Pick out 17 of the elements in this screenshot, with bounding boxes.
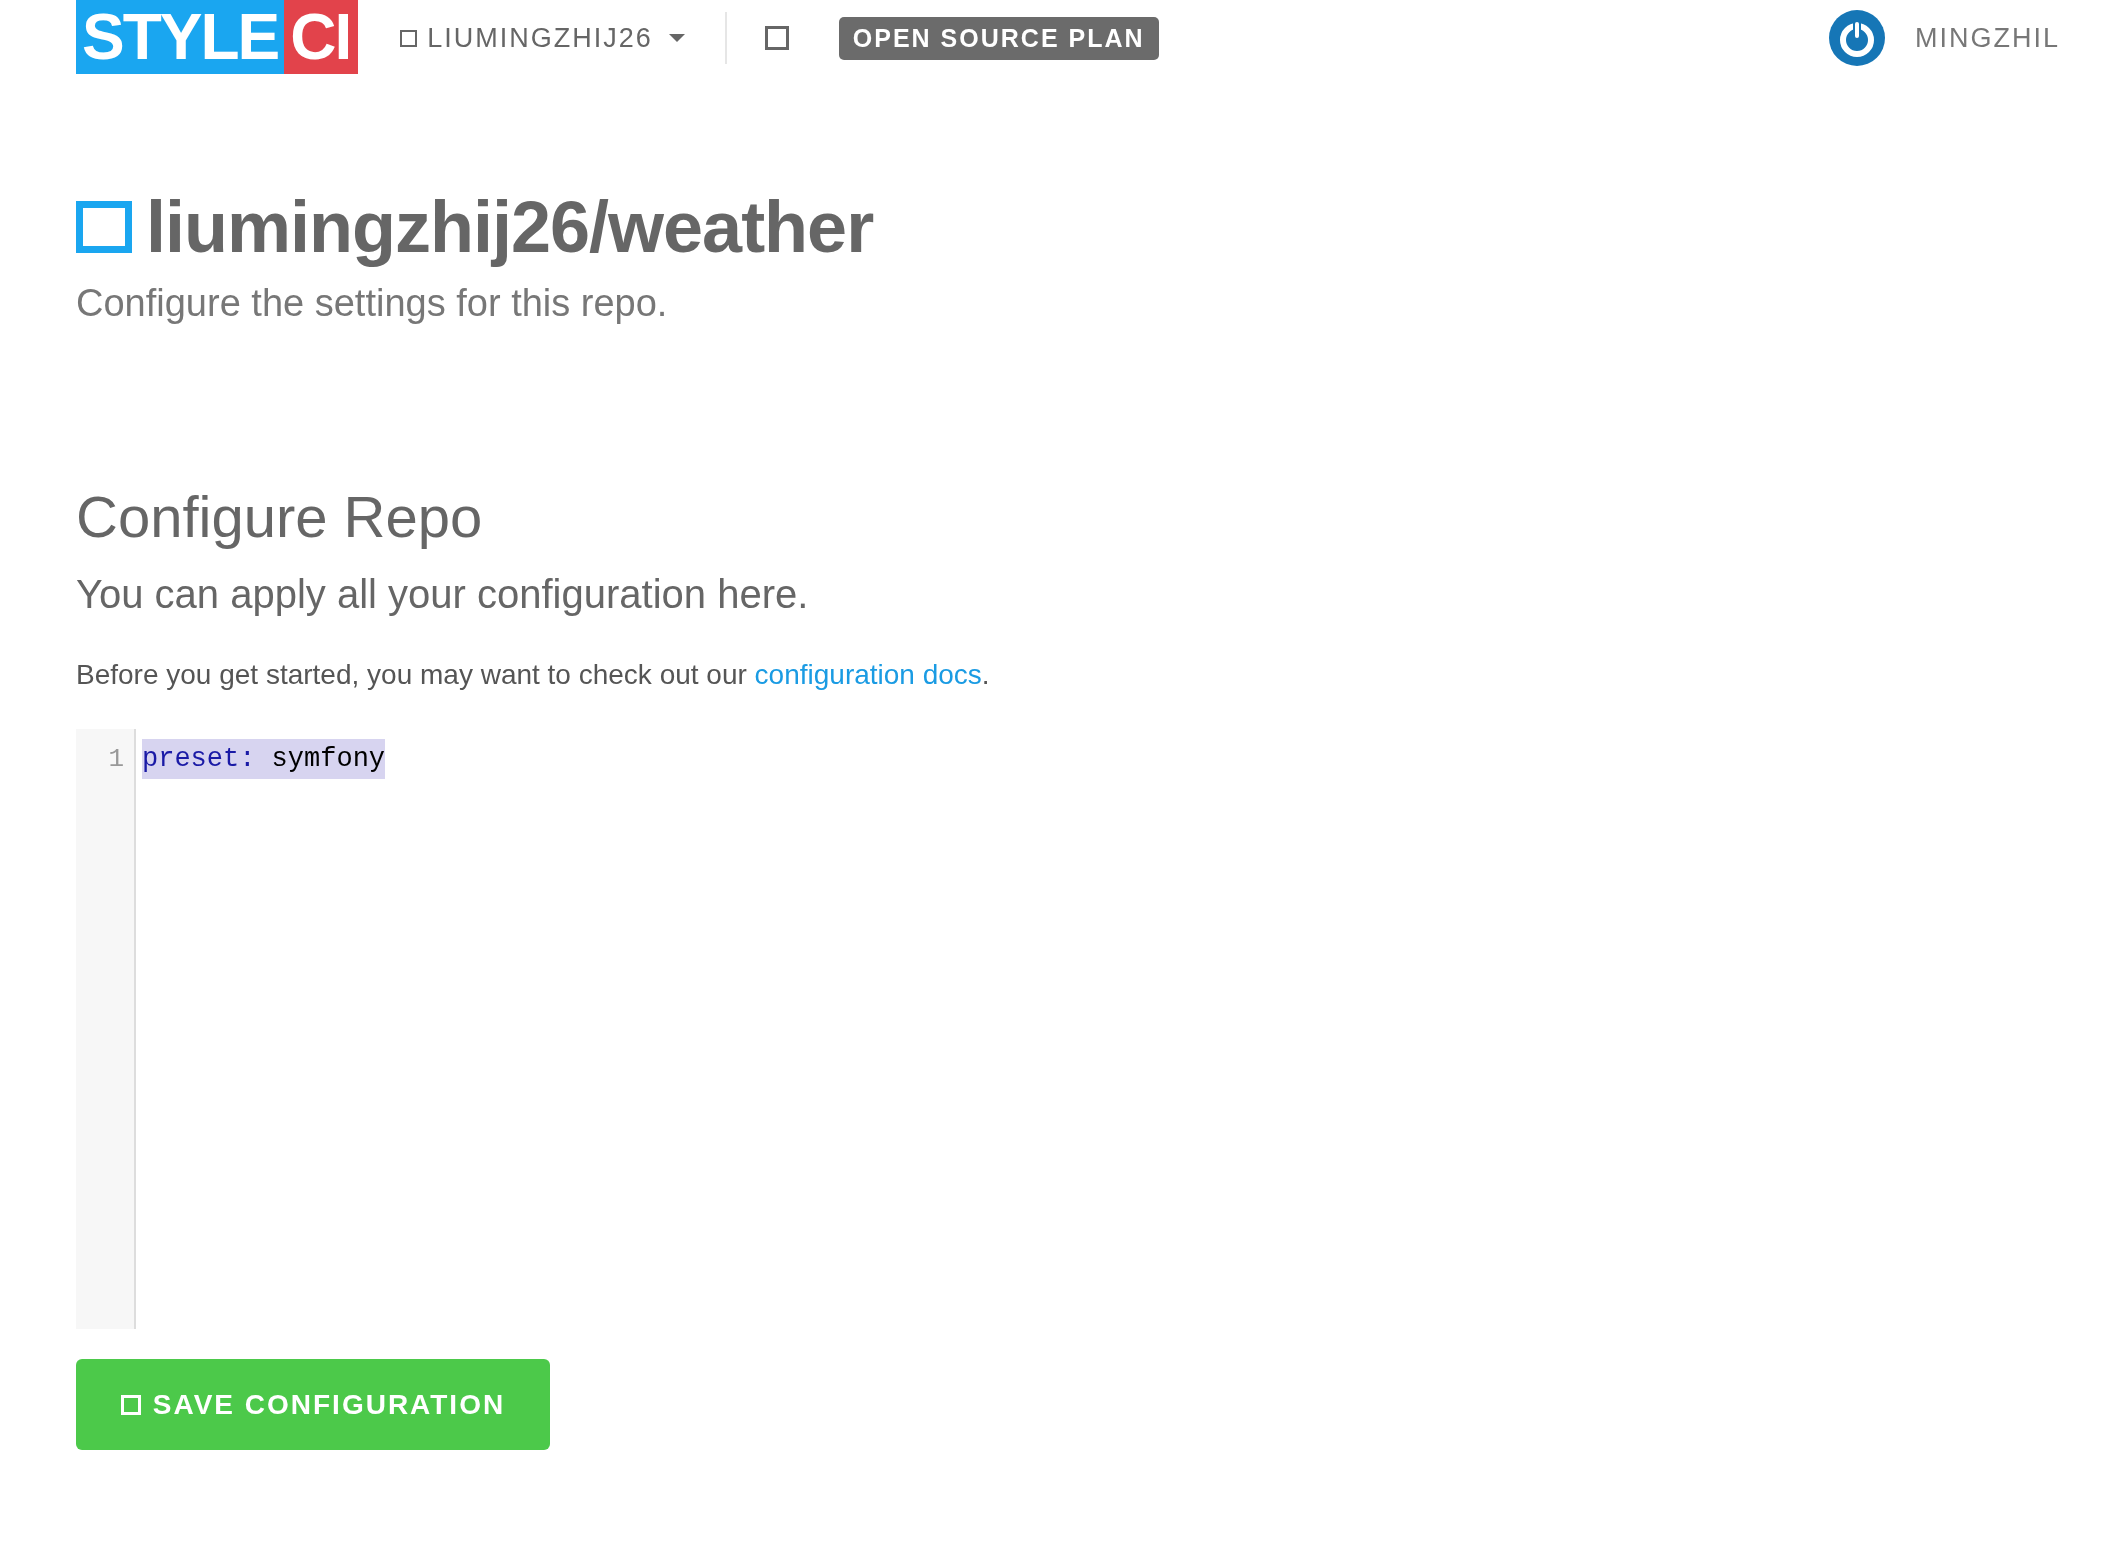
account-menu[interactable]: LIUMINGZHIJ26 — [400, 22, 685, 54]
repo-title: liumingzhij26/weather — [146, 186, 874, 268]
square-icon — [120, 1394, 141, 1415]
caret-icon — [668, 34, 685, 42]
user-link[interactable]: MINGZHIL — [1915, 22, 2060, 54]
section-title: Configure Repo — [76, 483, 484, 550]
power-icon[interactable] — [1829, 10, 1885, 66]
square-icon — [764, 26, 789, 50]
plan-badge: OPEN SOURCE PLAN — [838, 16, 1159, 60]
code-editor[interactable]: 1 preset: symfony — [76, 729, 2050, 1329]
intro-text: Before you get started, you may want to check out our configuration docs. — [76, 659, 991, 691]
square-icon — [76, 201, 132, 253]
square-icon — [400, 29, 418, 47]
page-subtitle: Configure the settings for this repo. — [76, 282, 669, 325]
docs-link[interactable]: configuration docs — [754, 659, 982, 690]
section-subtitle: You can apply all your configuration here. — [76, 572, 810, 617]
line-number: 1 — [107, 743, 125, 776]
